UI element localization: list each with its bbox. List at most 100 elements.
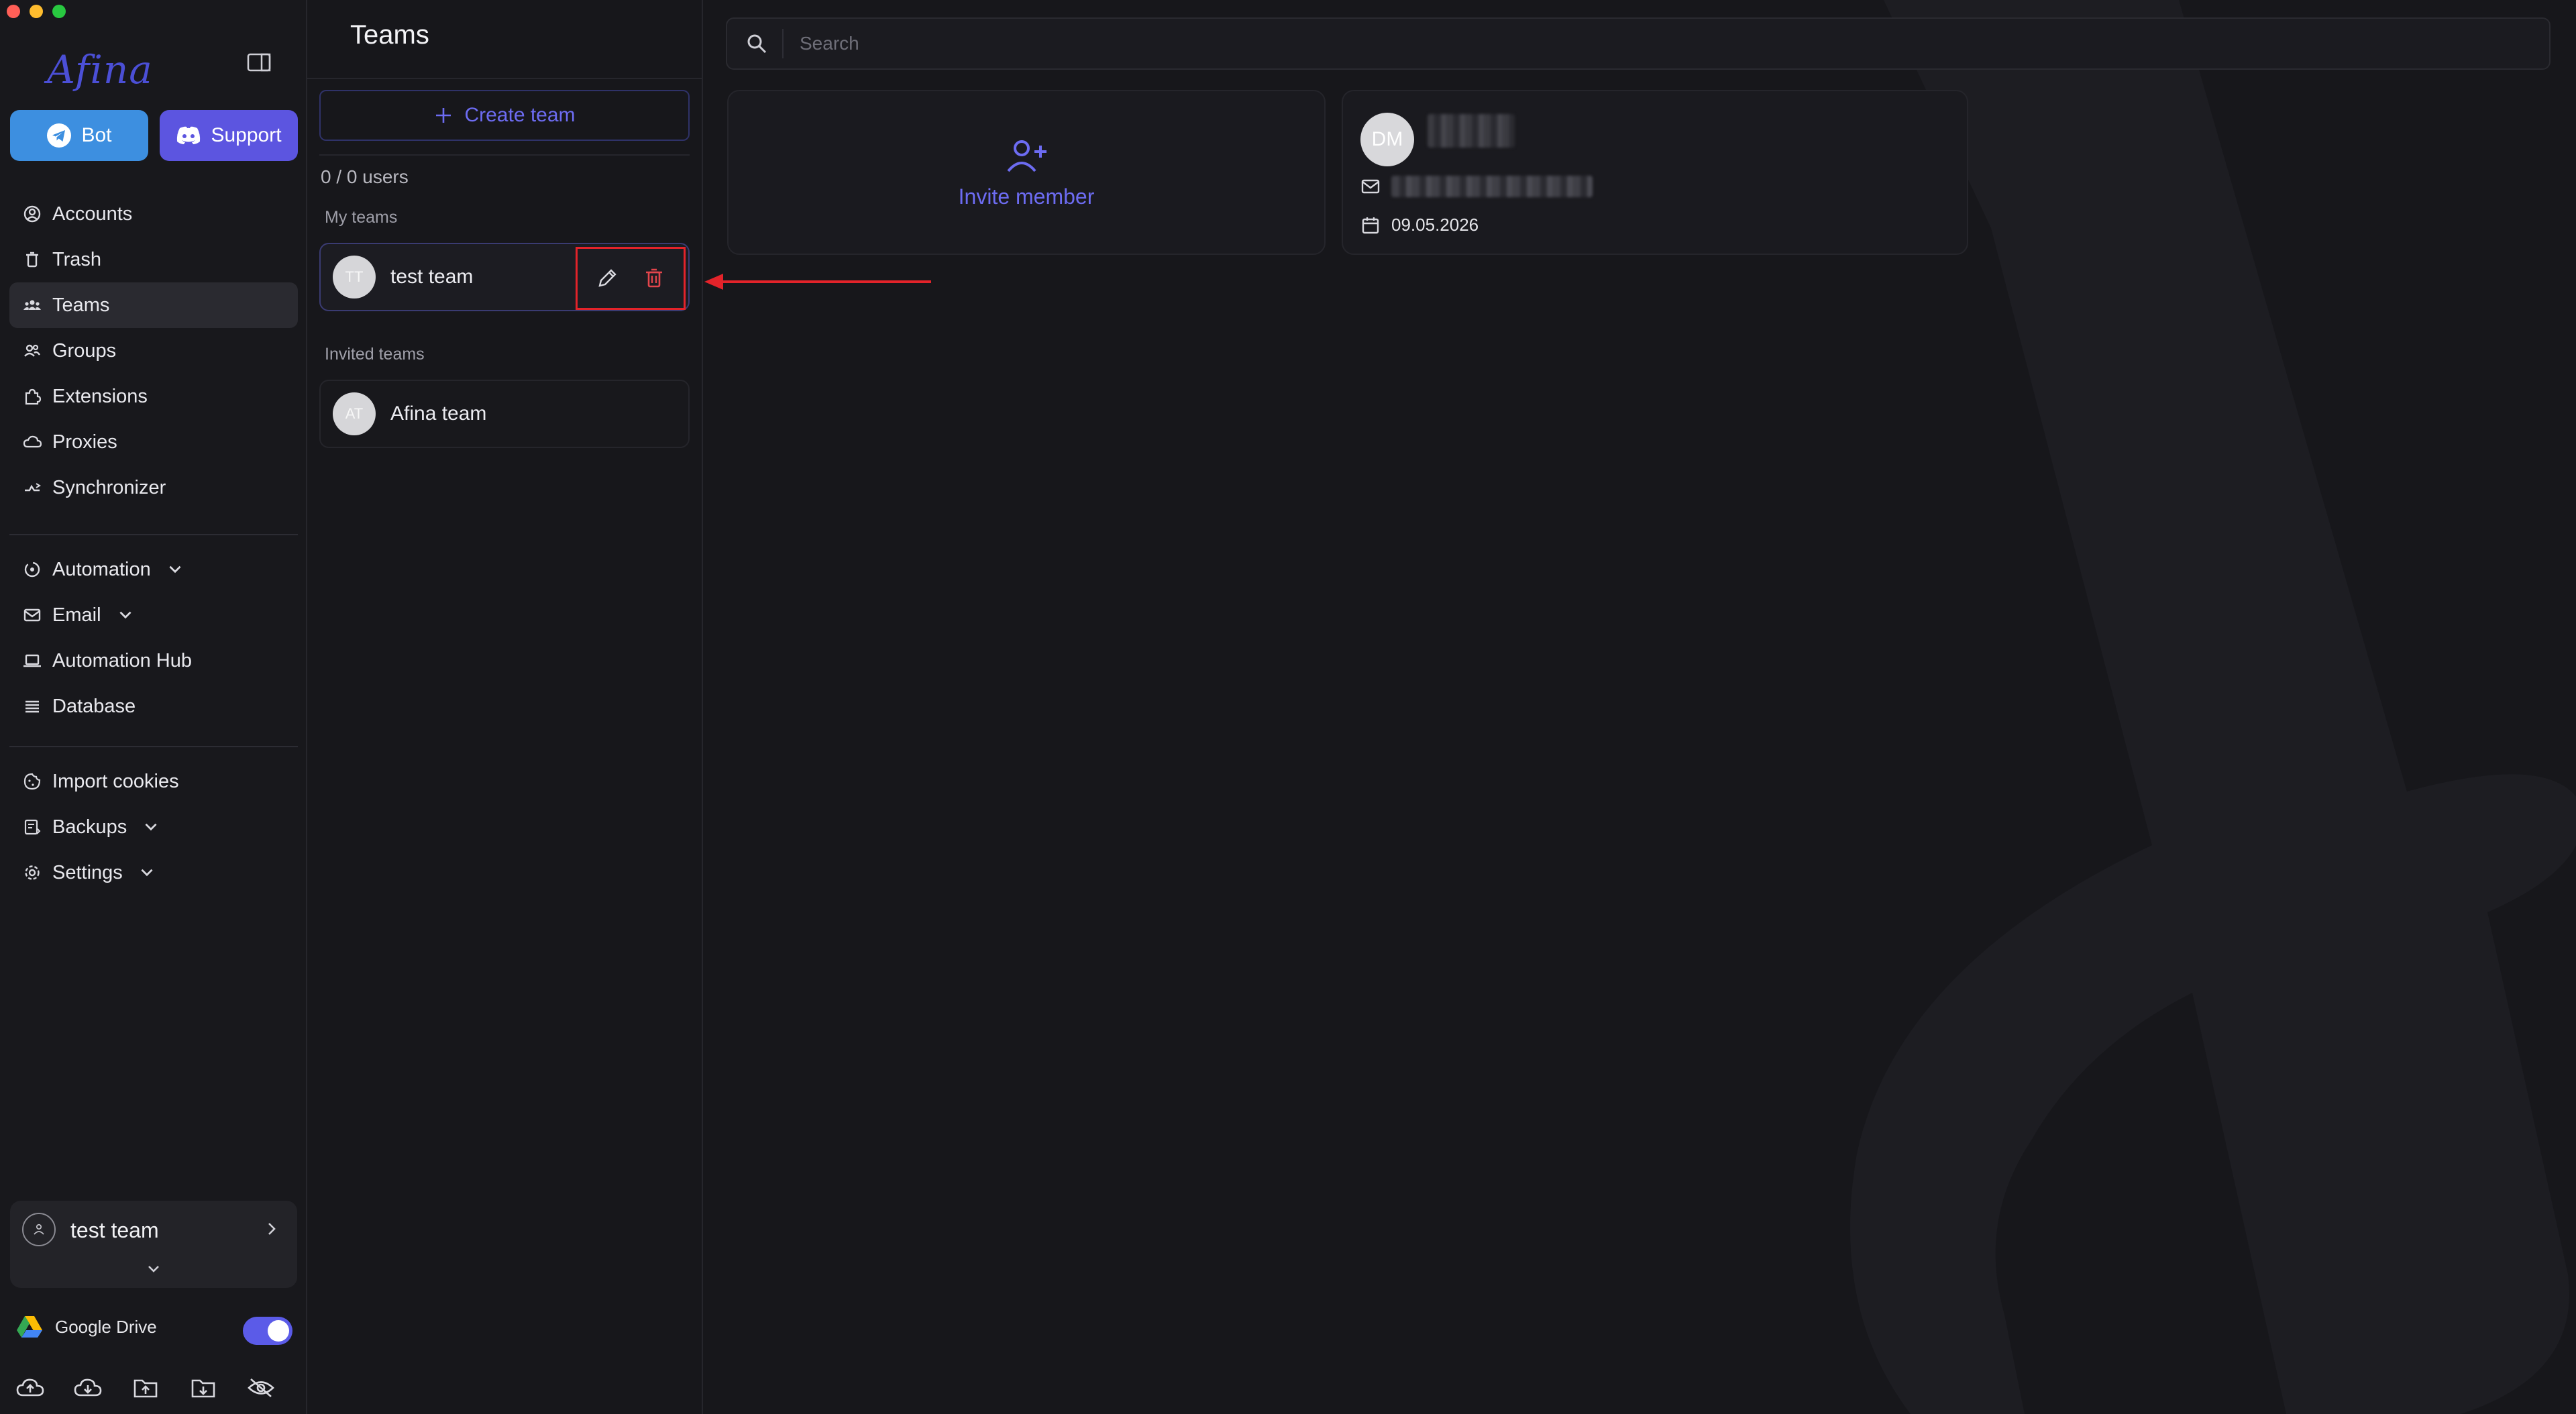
close-window-button[interactable] (7, 5, 20, 18)
app-logo: Afina (47, 47, 153, 93)
chevron-down-icon (169, 565, 181, 574)
nav-item-automation-hub[interactable]: Automation Hub (9, 638, 298, 684)
nav-label: Settings (52, 861, 123, 883)
team-avatar: TT (333, 256, 376, 298)
create-team-button[interactable]: Create team (319, 90, 690, 141)
nav-item-automation[interactable]: Automation (9, 547, 298, 592)
invited-teams-heading: Invited teams (325, 345, 425, 364)
nav-label: Automation Hub (52, 649, 192, 671)
nav-item-extensions[interactable]: Extensions (9, 374, 298, 419)
team-card[interactable]: AT Afina team (319, 380, 690, 448)
team-name: test team (390, 266, 474, 288)
minimize-window-button[interactable] (30, 5, 43, 18)
nav-item-database[interactable]: Database (9, 684, 298, 729)
nav-item-accounts[interactable]: Accounts (9, 191, 298, 237)
telegram-icon (47, 123, 72, 148)
sidebar-toggle-icon[interactable] (247, 52, 271, 72)
nav-item-trash[interactable]: Trash (9, 237, 298, 282)
folder-upload-icon[interactable] (131, 1376, 160, 1399)
window-controls (7, 5, 66, 18)
section-divider (319, 154, 690, 156)
puzzle-icon (25, 388, 42, 405)
google-drive-row: Google Drive (16, 1315, 157, 1339)
nav-item-synchronizer[interactable]: Synchronizer (9, 465, 298, 510)
support-button-label: Support (211, 124, 282, 146)
sync-icon (25, 483, 41, 492)
main-nav: Accounts Trash Teams Groups Extensions P… (9, 191, 298, 510)
nav-label: Groups (52, 339, 117, 362)
member-card[interactable]: DM 09.05.2026 (1342, 90, 1968, 255)
nav-label: Proxies (52, 431, 117, 453)
delete-trash-icon[interactable] (642, 266, 666, 290)
nav-label: Email (52, 604, 101, 626)
sidebar-bottom-toolbar (16, 1376, 275, 1399)
list-icon (25, 700, 39, 713)
utility-nav: Import cookies Backups Settings (9, 759, 298, 895)
nav-label: Accounts (52, 203, 133, 225)
nav-label: Teams (52, 294, 110, 316)
page-title: Teams (350, 20, 429, 50)
mail-icon (23, 608, 41, 622)
team-avatar (22, 1213, 56, 1246)
nav-item-proxies[interactable]: Proxies (9, 419, 298, 465)
search-input[interactable] (798, 32, 2411, 55)
header-divider (307, 78, 702, 79)
nav-item-email[interactable]: Email (9, 592, 298, 638)
chevron-right-icon[interactable] (262, 1219, 281, 1238)
team-icon (23, 300, 41, 310)
nav-item-groups[interactable]: Groups (9, 328, 298, 374)
nav-item-import-cookies[interactable]: Import cookies (9, 759, 298, 804)
members-area: Invite member DM 09.05.2026 (703, 0, 2576, 1414)
cookie-icon (23, 773, 41, 790)
calendar-icon (1362, 217, 1379, 233)
google-drive-toggle[interactable] (243, 1317, 292, 1345)
google-drive-label: Google Drive (55, 1316, 157, 1337)
member-email-redacted (1391, 176, 1593, 197)
my-teams-heading: My teams (325, 208, 398, 227)
search-divider (782, 29, 784, 58)
create-team-label: Create team (464, 104, 576, 126)
user-circle-icon (23, 205, 41, 223)
team-switcher[interactable]: test team (10, 1201, 297, 1288)
app-window: Afina Bot Support Accounts Trash Teams G… (0, 0, 2576, 1414)
member-date-row: 09.05.2026 (1360, 215, 1479, 235)
team-icon (34, 1223, 44, 1235)
chevron-down-icon (145, 823, 157, 831)
mail-icon (1361, 179, 1380, 194)
bot-button-label: Bot (81, 124, 112, 146)
nav-label: Database (52, 695, 136, 717)
users-count: 0 / 0 users (321, 166, 409, 187)
groups-icon (24, 344, 40, 357)
team-switcher-name: test team (70, 1218, 159, 1242)
nav-divider (9, 534, 298, 535)
nav-item-backups[interactable]: Backups (9, 804, 298, 850)
member-date: 09.05.2026 (1391, 215, 1479, 235)
eye-off-icon[interactable] (247, 1376, 275, 1399)
maximize-window-button[interactable] (52, 5, 66, 18)
nav-label: Trash (52, 248, 102, 270)
discord-icon (177, 126, 201, 144)
team-avatar: AT (333, 392, 376, 435)
folder-download-icon[interactable] (189, 1376, 217, 1399)
nav-item-teams[interactable]: Teams (9, 282, 298, 328)
cloud-download-icon[interactable] (74, 1376, 102, 1399)
team-card[interactable]: TT test team (319, 243, 690, 311)
nav-label: Extensions (52, 385, 148, 407)
search-bar[interactable] (726, 17, 2551, 70)
teams-panel: Teams Create team 0 / 0 users My teams T… (307, 0, 703, 1414)
chevron-down-icon (141, 869, 153, 877)
bot-button[interactable]: Bot (10, 110, 148, 161)
edit-pencil-icon[interactable] (595, 266, 619, 290)
chevron-down-icon (119, 611, 131, 619)
nav-item-settings[interactable]: Settings (9, 850, 298, 895)
search-icon (747, 34, 767, 54)
invite-member-button[interactable]: Invite member (727, 90, 1326, 255)
chevron-down-icon[interactable] (144, 1260, 163, 1279)
team-name: Afina team (390, 402, 487, 425)
support-button[interactable]: Support (160, 110, 298, 161)
invite-member-label: Invite member (958, 184, 1095, 209)
cloud-upload-icon[interactable] (16, 1376, 44, 1399)
add-user-icon (1007, 140, 1046, 172)
trash-icon (26, 252, 38, 268)
laptop-icon (23, 654, 41, 667)
